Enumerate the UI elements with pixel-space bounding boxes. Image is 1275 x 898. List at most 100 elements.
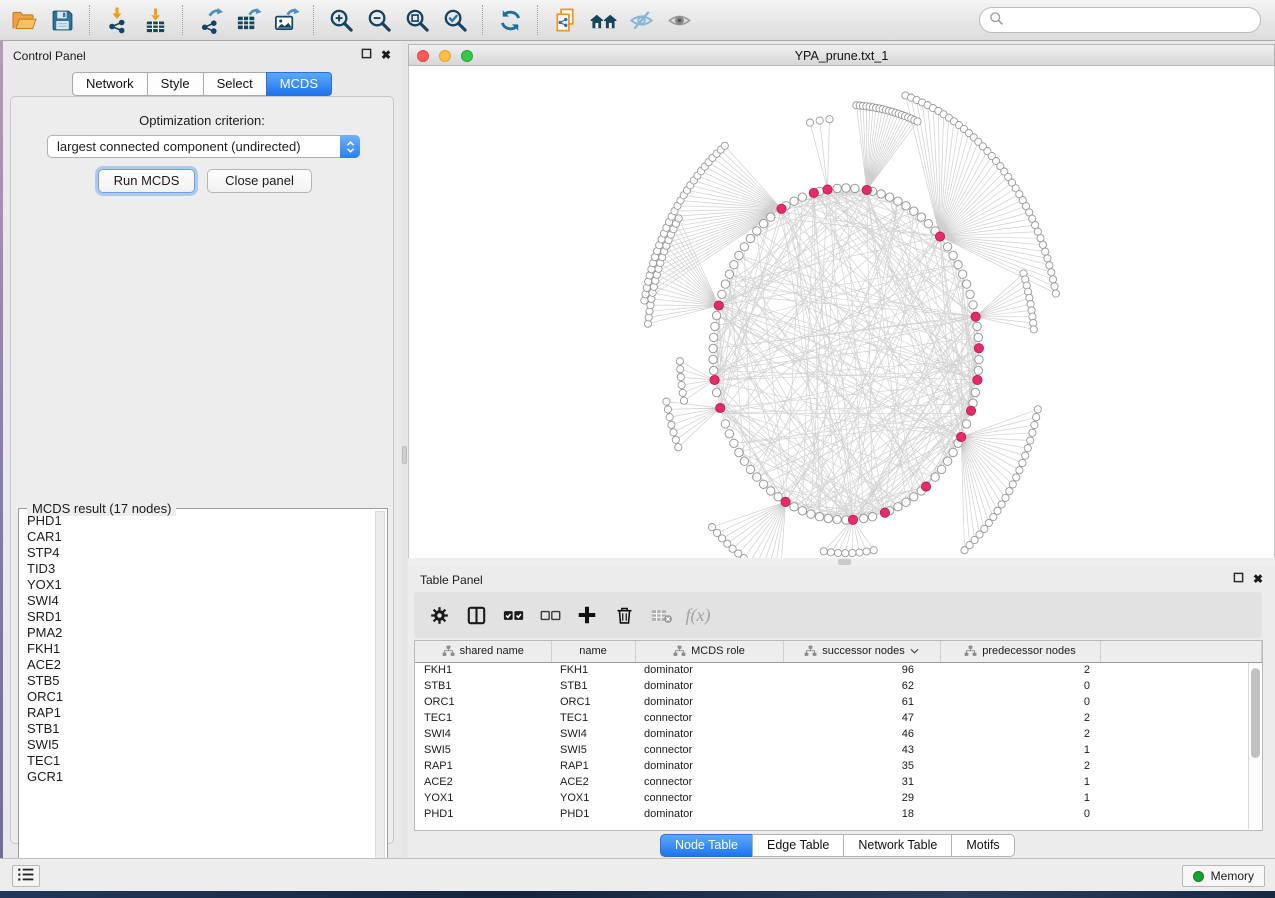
application-window: Control Panel ✖ NetworkStyleSelectMCDS O… (0, 0, 1275, 898)
table-row[interactable]: TEC1TEC1connector472 (415, 710, 1262, 726)
column-header[interactable]: predecessor nodes (940, 641, 1100, 662)
mcds-list-scrollbar[interactable] (375, 511, 385, 877)
horizontal-splitter[interactable] (408, 558, 1275, 566)
tab-network[interactable]: Network (72, 72, 148, 96)
add-row-icon[interactable] (574, 602, 600, 628)
search-field[interactable] (979, 7, 1261, 33)
mcds-result-box: MCDS result (17 nodes) PHD1CAR1STP4TID3Y… (18, 508, 388, 880)
float-panel-icon[interactable] (1233, 572, 1244, 586)
settings-icon[interactable] (426, 602, 452, 628)
table-row[interactable]: SWI4SWI4dominator462 (415, 726, 1262, 742)
search-input[interactable] (1010, 10, 1260, 30)
network-and-table-region: YPA_prune.txt_1 Table Panel ✖ f(x) share… (408, 41, 1275, 858)
mcds-result-item[interactable]: TEC1 (27, 753, 373, 769)
copy-view-icon[interactable] (549, 4, 581, 36)
mcds-result-item[interactable]: GCR1 (27, 769, 373, 785)
mcds-result-item[interactable]: YOX1 (27, 577, 373, 593)
dropdown-stepper-icon (340, 135, 360, 158)
tab-style[interactable]: Style (147, 72, 204, 96)
mcds-result-item[interactable]: STB1 (27, 721, 373, 737)
tab-select[interactable]: Select (203, 72, 267, 96)
hide-selected-icon[interactable] (625, 4, 657, 36)
refresh-layout-icon[interactable] (494, 4, 526, 36)
mcds-result-item[interactable]: CAR1 (27, 529, 373, 545)
column-header[interactable]: name (551, 641, 635, 662)
zoom-selected-icon[interactable] (439, 4, 471, 36)
table-panel-title: Table Panel (420, 573, 483, 587)
table-row[interactable]: ACE2ACE2connector311 (415, 774, 1262, 790)
select-all-icon[interactable] (500, 602, 526, 628)
open-session-icon[interactable] (8, 4, 40, 36)
export-image-icon[interactable] (270, 4, 302, 36)
splitter-handle[interactable] (402, 446, 407, 464)
control-panel-header: Control Panel ✖ (3, 41, 401, 67)
mcds-result-item[interactable]: ACE2 (27, 657, 373, 673)
delete-row-icon[interactable] (611, 602, 637, 628)
mcds-tab-content: Optimization criterion: largest connecte… (10, 96, 394, 844)
table-scrollbar[interactable] (1248, 663, 1261, 829)
column-header[interactable]: successor nodes (783, 641, 940, 662)
close-panel-icon[interactable]: ✖ (1253, 573, 1263, 585)
tab-motifs[interactable]: Motifs (951, 834, 1014, 857)
zoom-in-icon[interactable] (325, 4, 357, 36)
table-row[interactable]: YOX1YOX1connector291 (415, 790, 1262, 806)
mcds-result-item[interactable]: TID3 (27, 561, 373, 577)
columns-icon[interactable] (463, 602, 489, 628)
mcds-result-item[interactable]: STB5 (27, 673, 373, 689)
scrollbar-thumb[interactable] (1251, 668, 1260, 758)
first-neighbors-icon[interactable] (587, 4, 619, 36)
table-row[interactable]: SWI5SWI5connector431 (415, 742, 1262, 758)
import-network-icon[interactable] (101, 4, 133, 36)
mcds-result-item[interactable]: SWI4 (27, 593, 373, 609)
network-window-titlebar[interactable]: YPA_prune.txt_1 (408, 44, 1275, 66)
run-mcds-button[interactable]: Run MCDS (98, 169, 195, 193)
toolbar-separator (313, 5, 314, 35)
column-header[interactable]: shared name (415, 641, 551, 662)
network-view-canvas[interactable] (408, 66, 1275, 558)
table-panel-tabs: Node TableEdge TableNetwork TableMotifs (660, 834, 1015, 857)
mcds-result-item[interactable]: SRD1 (27, 609, 373, 625)
table-row[interactable]: ORC1ORC1dominator610 (415, 694, 1262, 710)
zoom-fit-icon[interactable] (401, 4, 433, 36)
mcds-result-item[interactable]: RAP1 (27, 705, 373, 721)
tab-node-table[interactable]: Node Table (660, 834, 753, 857)
deselect-all-icon[interactable] (537, 602, 563, 628)
mcds-result-item[interactable]: PHD1 (27, 513, 373, 529)
mcds-result-item[interactable]: STP4 (27, 545, 373, 561)
table-row[interactable]: FKH1FKH1dominator962 (415, 662, 1262, 678)
table-row[interactable]: RAP1RAP1dominator352 (415, 758, 1262, 774)
tab-edge-table[interactable]: Edge Table (752, 834, 844, 857)
import-table-icon[interactable] (139, 4, 171, 36)
tab-mcds[interactable]: MCDS (266, 72, 332, 96)
table-row[interactable]: PHD1PHD1dominator180 (415, 806, 1262, 822)
show-panels-button[interactable] (12, 865, 40, 887)
node-table: shared namenameMCDS rolesuccessor nodesp… (414, 640, 1263, 831)
save-session-icon[interactable] (46, 4, 78, 36)
column-header-filler (1100, 641, 1262, 662)
float-panel-icon[interactable] (361, 48, 372, 62)
dropdown-selected-value: largest connected component (undirected) (48, 139, 340, 154)
mcds-result-item[interactable]: ORC1 (27, 689, 373, 705)
close-panel-icon[interactable]: ✖ (381, 49, 391, 61)
optimization-criterion-dropdown[interactable]: largest connected component (undirected) (47, 135, 360, 158)
table-row[interactable]: STB1STB1dominator620 (415, 678, 1262, 694)
network-window-title: YPA_prune.txt_1 (409, 49, 1274, 63)
mcds-result-item[interactable]: FKH1 (27, 641, 373, 657)
column-header[interactable]: MCDS role (635, 641, 783, 662)
export-network-icon[interactable] (194, 4, 226, 36)
network-graph[interactable] (409, 66, 1275, 558)
splitter-handle[interactable] (838, 559, 851, 565)
export-table-icon[interactable] (232, 4, 264, 36)
memory-status-icon (1193, 871, 1204, 882)
mcds-result-item[interactable]: PMA2 (27, 625, 373, 641)
zoom-out-icon[interactable] (363, 4, 395, 36)
close-panel-button[interactable]: Close panel (207, 169, 312, 193)
mcds-result-item[interactable]: SWI5 (27, 737, 373, 753)
tab-network-table[interactable]: Network Table (843, 834, 952, 857)
memory-button[interactable]: Memory (1182, 865, 1265, 887)
vertical-splitter[interactable] (401, 41, 408, 858)
toolbar-separator (537, 5, 538, 35)
toolbar-separator (482, 5, 483, 35)
table-toolbar: f(x) (414, 592, 1262, 638)
show-all-icon[interactable] (663, 4, 695, 36)
